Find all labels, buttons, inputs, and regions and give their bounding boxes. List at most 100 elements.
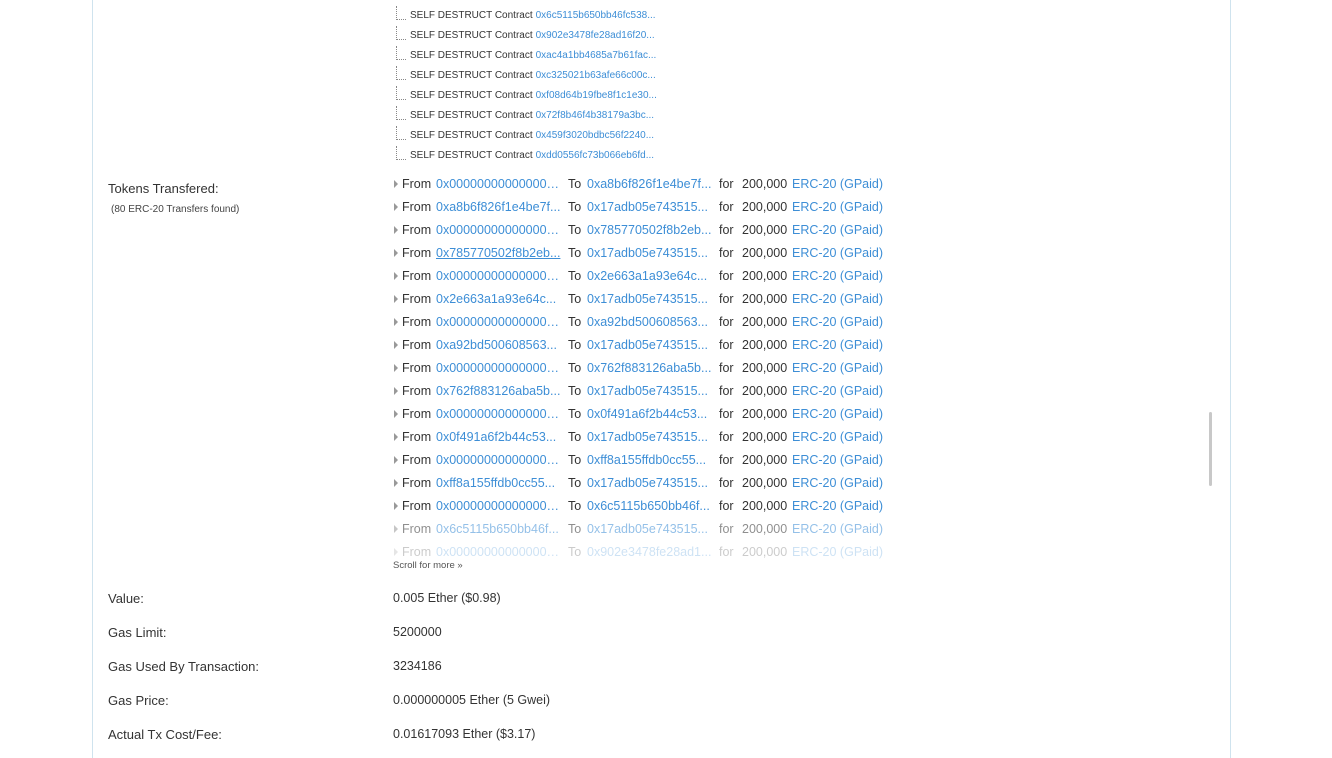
transfer-amount: 200,000 (742, 384, 788, 398)
to-address-link[interactable]: 0x762f883126aba5b... (587, 358, 715, 378)
expand-caret-icon[interactable] (394, 410, 398, 418)
from-address-link[interactable]: 0x2e663a1a93e64c... (436, 289, 562, 309)
to-address-link[interactable]: 0x17adb05e743515... (587, 197, 715, 217)
token-transfers-list[interactable]: From 0x0000000000000000000000000000000000… (392, 174, 892, 560)
token-link[interactable]: ERC-20 (GPaid) (792, 312, 883, 332)
from-address-link[interactable]: 0x00000000000000000000000000000000000000… (436, 358, 562, 378)
token-link[interactable]: ERC-20 (GPaid) (792, 289, 883, 309)
contract-address-link[interactable]: 0xac4a1bb4685a7b61fac... (536, 50, 657, 61)
transfer-row[interactable]: From 0x6c5115b650bb46f... To 0x17adb05e7435… (392, 519, 892, 542)
token-link[interactable]: ERC-20 (GPaid) (792, 197, 883, 217)
token-link[interactable]: ERC-20 (GPaid) (792, 542, 883, 560)
token-link[interactable]: ERC-20 (GPaid) (792, 335, 883, 355)
expand-caret-icon[interactable] (394, 456, 398, 464)
transfer-row[interactable]: From 0x0000000000000000000000000000000000… (392, 542, 892, 560)
expand-caret-icon[interactable] (394, 295, 398, 303)
transfer-row[interactable]: From 0x0000000000000000000000000000000000… (392, 174, 892, 197)
token-link[interactable]: ERC-20 (GPaid) (792, 519, 883, 539)
transfer-row[interactable]: From 0x785770502f8b2eb... To 0x17adb05e7435… (392, 243, 892, 266)
from-address-link[interactable]: 0x0f491a6f2b44c53... (436, 427, 562, 447)
token-link[interactable]: ERC-20 (GPaid) (792, 174, 883, 194)
expand-caret-icon[interactable] (394, 180, 398, 188)
transfer-row[interactable]: From 0x0000000000000000000000000000000000… (392, 220, 892, 243)
to-address-link[interactable]: 0x17adb05e743515... (587, 519, 715, 539)
expand-caret-icon[interactable] (394, 548, 398, 556)
from-address-link[interactable]: 0x00000000000000000000000000000000000000… (436, 404, 562, 424)
from-address-link[interactable]: 0x00000000000000000000000000000000000000… (436, 450, 562, 470)
to-address-link[interactable]: 0x0f491a6f2b44c53... (587, 404, 715, 424)
expand-caret-icon[interactable] (394, 341, 398, 349)
to-address-link[interactable]: 0xa92bd500608563... (587, 312, 715, 332)
contract-address-link[interactable]: 0x72f8b46f4b38179a3bc... (536, 110, 654, 121)
to-address-link[interactable]: 0x17adb05e743515... (587, 289, 715, 309)
to-address-link[interactable]: 0xff8a155ffdb0cc55... (587, 450, 715, 470)
contract-address-link[interactable]: 0xdd0556fc73b066eb6fd... (536, 150, 654, 161)
token-link[interactable]: ERC-20 (GPaid) (792, 266, 883, 286)
transfer-row[interactable]: From 0x0000000000000000000000000000000000… (392, 266, 892, 289)
token-link[interactable]: ERC-20 (GPaid) (792, 473, 883, 493)
expand-caret-icon[interactable] (394, 203, 398, 211)
transfer-row[interactable]: From 0xa92bd500608563... To 0x17adb05e74351… (392, 335, 892, 358)
token-link[interactable]: ERC-20 (GPaid) (792, 220, 883, 240)
transfer-row[interactable]: From 0x762f883126aba5b... To 0x17adb05e7435… (392, 381, 892, 404)
token-link[interactable]: ERC-20 (GPaid) (792, 381, 883, 401)
page-scrollbar[interactable] (1209, 412, 1212, 486)
from-address-link[interactable]: 0x00000000000000000000000000000000000000… (436, 220, 562, 240)
expand-caret-icon[interactable] (394, 226, 398, 234)
contract-address-link[interactable]: 0xf08d64b19fbe8f1c1e30... (536, 90, 657, 101)
to-address-link[interactable]: 0x6c5115b650bb46f... (587, 496, 715, 516)
contract-address-link[interactable]: 0x902e3478fe28ad16f20... (536, 30, 655, 41)
to-address-link[interactable]: 0xa8b6f826f1e4be7f... (587, 174, 715, 194)
from-address-link[interactable]: 0x00000000000000000000000000000000000000… (436, 174, 562, 194)
token-link[interactable]: ERC-20 (GPaid) (792, 450, 883, 470)
transfer-row[interactable]: From 0xff8a155ffdb0cc55... To 0x17adb05e743… (392, 473, 892, 496)
from-address-link[interactable]: 0x762f883126aba5b... (436, 381, 562, 401)
expand-caret-icon[interactable] (394, 479, 398, 487)
to-address-link[interactable]: 0x17adb05e743515... (587, 473, 715, 493)
expand-caret-icon[interactable] (394, 387, 398, 395)
from-address-link[interactable]: 0x00000000000000000000000000000000000000… (436, 542, 562, 560)
to-address-link[interactable]: 0x17adb05e743515... (587, 427, 715, 447)
expand-caret-icon[interactable] (394, 249, 398, 257)
token-link[interactable]: ERC-20 (GPaid) (792, 496, 883, 516)
from-address-link[interactable]: 0xa8b6f826f1e4be7f... (436, 197, 562, 217)
expand-caret-icon[interactable] (394, 433, 398, 441)
contract-address-link[interactable]: 0x459f3020bdbc56f2240... (536, 130, 654, 141)
to-address-link[interactable]: 0x2e663a1a93e64c... (587, 266, 715, 286)
from-address-link[interactable]: 0x6c5115b650bb46f... (436, 519, 562, 539)
from-address-link[interactable]: 0x00000000000000000000000000000000000000… (436, 266, 562, 286)
to-address-link[interactable]: 0x17adb05e743515... (587, 243, 715, 263)
transfer-row[interactable]: From 0x0f491a6f2b44c53... To 0x17adb05e7435… (392, 427, 892, 450)
from-address-link[interactable]: 0x00000000000000000000000000000000000000… (436, 312, 562, 332)
expand-caret-icon[interactable] (394, 272, 398, 280)
token-link[interactable]: ERC-20 (GPaid) (792, 427, 883, 447)
contract-address-link[interactable]: 0x6c5115b650bb46fc538... (536, 10, 656, 21)
token-link[interactable]: ERC-20 (GPaid) (792, 243, 883, 263)
scroll-for-more-hint: Scroll for more » (393, 560, 463, 571)
transfer-row[interactable]: From 0x2e663a1a93e64c... To 0x17adb05e74351… (392, 289, 892, 312)
from-address-link[interactable]: 0xa92bd500608563... (436, 335, 562, 355)
to-address-link[interactable]: 0x785770502f8b2eb... (587, 220, 715, 240)
from-address-link[interactable]: 0xff8a155ffdb0cc55... (436, 473, 562, 493)
transfer-row[interactable]: From 0xa8b6f826f1e4be7f... To 0x17adb05e743… (392, 197, 892, 220)
transfer-row[interactable]: From 0x0000000000000000000000000000000000… (392, 404, 892, 427)
contract-address-link[interactable]: 0xc325021b63afe66c00c... (536, 70, 656, 81)
expand-caret-icon[interactable] (394, 502, 398, 510)
from-address-link[interactable]: 0x785770502f8b2eb... (436, 243, 562, 263)
token-link[interactable]: ERC-20 (GPaid) (792, 404, 883, 424)
expand-caret-icon[interactable] (394, 525, 398, 533)
transfer-row[interactable]: From 0x0000000000000000000000000000000000… (392, 358, 892, 381)
from-word: From (402, 200, 432, 214)
to-address-link[interactable]: 0x902e3478fe28ad1... (587, 542, 715, 560)
to-address-link[interactable]: 0x17adb05e743515... (587, 381, 715, 401)
transfer-row[interactable]: From 0x0000000000000000000000000000000000… (392, 496, 892, 519)
from-address-link[interactable]: 0x00000000000000000000000000000000000000… (436, 496, 562, 516)
transfer-row[interactable]: From 0x0000000000000000000000000000000000… (392, 450, 892, 473)
gas-used-value: 3234186 (393, 659, 442, 673)
transfer-row[interactable]: From 0x0000000000000000000000000000000000… (392, 312, 892, 335)
to-address-link[interactable]: 0x17adb05e743515... (587, 335, 715, 355)
token-link[interactable]: ERC-20 (GPaid) (792, 358, 883, 378)
expand-caret-icon[interactable] (394, 364, 398, 372)
expand-caret-icon[interactable] (394, 318, 398, 326)
tokens-transferred-label: Tokens Transfered: (108, 181, 219, 196)
